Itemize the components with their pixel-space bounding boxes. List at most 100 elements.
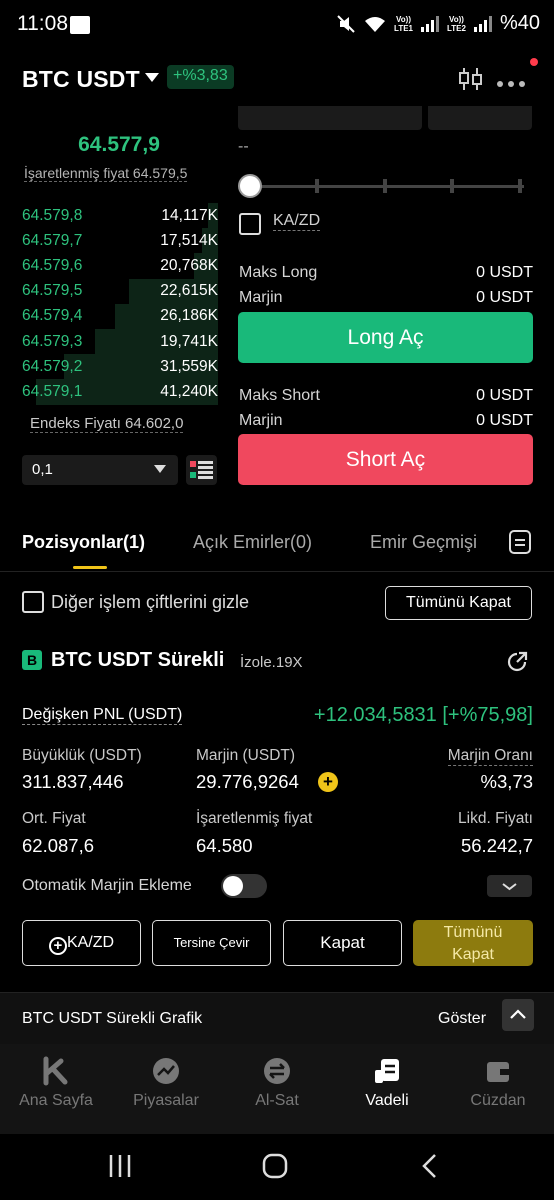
- nav-home[interactable]: Ana Sayfa: [1, 1056, 111, 1110]
- margin-ratio-value: %3,73: [480, 771, 533, 792]
- order-book-row[interactable]: 64.579,1 41,240K: [20, 379, 218, 405]
- add-margin-icon[interactable]: +: [318, 772, 338, 792]
- hide-other-pairs-label: Diğer işlem çiftlerini gizle: [51, 592, 250, 612]
- open-short-button[interactable]: Short Aç: [238, 434, 533, 485]
- nav-markets-label: Piyasalar: [133, 1092, 199, 1109]
- bid-quantity: 17,514K: [160, 231, 218, 249]
- volte-2: Vo)): [449, 14, 464, 24]
- expand-chevron-icon[interactable]: [487, 875, 532, 897]
- recent-apps-icon[interactable]: [107, 1153, 133, 1179]
- markets-icon: [153, 1058, 179, 1084]
- bid-price: 64.579,2: [22, 357, 83, 375]
- margin-mode: İzole.19X: [240, 654, 303, 671]
- bid-quantity: 19,741K: [160, 332, 218, 350]
- chevron-down-icon: [154, 465, 166, 473]
- chevron-up-icon[interactable]: [502, 999, 534, 1031]
- size-slider[interactable]: [238, 173, 532, 199]
- close-all-positions-button[interactable]: Tümünü Kapat: [385, 586, 532, 620]
- battery-percent: %40: [499, 12, 540, 34]
- size-placeholder: --: [238, 138, 249, 155]
- document-icon[interactable]: [509, 530, 531, 554]
- tab-positions[interactable]: Pozisyonlar(1): [22, 532, 145, 553]
- pair-selector[interactable]: BTC USDT: [22, 66, 140, 93]
- precision-value: 0,1: [32, 461, 53, 478]
- home-logo-icon: [43, 1056, 68, 1086]
- order-book-row[interactable]: 64.579,6 20,768K: [20, 253, 218, 279]
- bid-price: 64.579,7: [22, 231, 83, 249]
- chart-strip: BTC USDT Sürekli Grafik Göster: [0, 992, 554, 1044]
- bid-quantity: 31,559K: [160, 357, 218, 375]
- home-button-icon[interactable]: [262, 1153, 288, 1179]
- order-book-row[interactable]: 64.579,5 22,615K: [20, 278, 218, 304]
- clock: 11:08: [17, 12, 68, 35]
- mark-price-value: 64.580: [196, 835, 253, 856]
- entry-price-value: 62.087,6: [22, 835, 95, 856]
- order-book-row[interactable]: 64.579,2 31,559K: [20, 354, 218, 380]
- orderbook-layout-icon[interactable]: [186, 455, 217, 485]
- notification-dot: [530, 58, 538, 66]
- index-price: Endeks Fiyatı 64.602,0: [30, 415, 184, 433]
- long-margin-value: 0 USDT: [476, 289, 533, 306]
- bid-price: 64.579,8: [22, 206, 83, 224]
- auto-margin-label: Otomatik Marjin Ekleme: [22, 877, 192, 894]
- nav-trade[interactable]: Al-Sat: [222, 1056, 332, 1110]
- tpsl-checkbox[interactable]: [239, 213, 261, 235]
- caret-down-icon[interactable]: [145, 73, 159, 82]
- bid-price: 64.579,6: [22, 256, 83, 274]
- close-all-button[interactable]: Tümünü Kapat: [413, 920, 533, 966]
- max-short-value: 0 USDT: [476, 387, 533, 404]
- open-long-button[interactable]: Long Aç: [238, 312, 533, 363]
- max-long-value: 0 USDT: [476, 264, 533, 281]
- margin-label: Marjin (USDT): [196, 747, 296, 764]
- reverse-position-button[interactable]: Tersine Çevir: [152, 920, 271, 966]
- chart-strip-label: BTC USDT Sürekli Grafik: [22, 1010, 203, 1027]
- position-title: BTC USDT Sürekli: [51, 649, 225, 671]
- volte-1: Vo)): [396, 14, 411, 24]
- nav-wallet[interactable]: Cüzdan: [443, 1056, 553, 1110]
- margin-value: 29.776,9264: [196, 771, 299, 792]
- order-book-row[interactable]: 64.579,8 14,117K: [20, 203, 218, 229]
- header: BTC USDT +%3,83: [0, 58, 554, 102]
- tpsl-button-label: KA/ZD: [66, 934, 115, 951]
- auto-margin-toggle[interactable]: [221, 874, 267, 898]
- signal-1-icon: [421, 15, 439, 32]
- close-position-button[interactable]: Kapat: [283, 920, 402, 966]
- precision-select[interactable]: 0,1: [22, 455, 178, 485]
- entry-price-label: Ort. Fiyat: [22, 810, 86, 827]
- tpsl-button[interactable]: + KA/ZD: [22, 920, 141, 966]
- positions-tabs: Pozisyonlar(1) Açık Emirler(0) Emir Geçm…: [0, 528, 554, 572]
- tab-open-orders[interactable]: Açık Emirler(0): [193, 532, 312, 553]
- liquidation-price-label: Likd. Fiyatı: [458, 810, 533, 827]
- share-icon[interactable]: [505, 650, 529, 674]
- max-long-label: Maks Long: [239, 264, 318, 281]
- back-icon[interactable]: [420, 1153, 440, 1179]
- candlestick-chart-icon[interactable]: [457, 66, 485, 92]
- nav-home-label: Ana Sayfa: [19, 1092, 93, 1109]
- nav-futures-label: Vadeli: [365, 1092, 409, 1109]
- nav-wallet-label: Cüzdan: [470, 1092, 526, 1109]
- bid-price: 64.579,1: [22, 382, 83, 400]
- more-options-icon[interactable]: [497, 74, 533, 87]
- order-book-row[interactable]: 64.579,4 26,186K: [20, 303, 218, 329]
- nav-futures[interactable]: Vadeli: [332, 1056, 442, 1110]
- short-margin-row: Marjin 0 USDT: [239, 412, 533, 430]
- bid-quantity: 20,768K: [160, 256, 218, 274]
- show-chart-button[interactable]: Göster: [438, 1010, 486, 1028]
- wallet-icon: [487, 1062, 509, 1082]
- order-book-row[interactable]: 64.579,3 19,741K: [20, 328, 218, 355]
- tab-order-history[interactable]: Emir Geçmişi: [370, 532, 477, 553]
- nav-markets[interactable]: Piyasalar: [111, 1056, 221, 1110]
- price-input[interactable]: [238, 106, 422, 130]
- slider-thumb[interactable]: [238, 174, 262, 198]
- active-tab-indicator: [73, 566, 107, 569]
- system-navigation: [0, 1134, 554, 1200]
- order-book-bids: 64.579,8 14,117K 64.579,7 17,514K 64.579,6 20…: [20, 203, 218, 405]
- lte2-label: LTE2: [447, 23, 466, 33]
- order-book-row[interactable]: 64.579,7 17,514K: [20, 228, 218, 254]
- unit-select[interactable]: [428, 106, 532, 130]
- hide-other-pairs-checkbox[interactable]: [22, 591, 44, 613]
- side-badge: B: [22, 650, 42, 670]
- status-bar: 11:08 Vo)) LTE1 Vo)) LTE2 %40: [0, 0, 554, 52]
- mark-price: İşaretlenmiş fiyat 64.579,5: [24, 165, 188, 182]
- close-all-line2: Kapat: [452, 946, 494, 963]
